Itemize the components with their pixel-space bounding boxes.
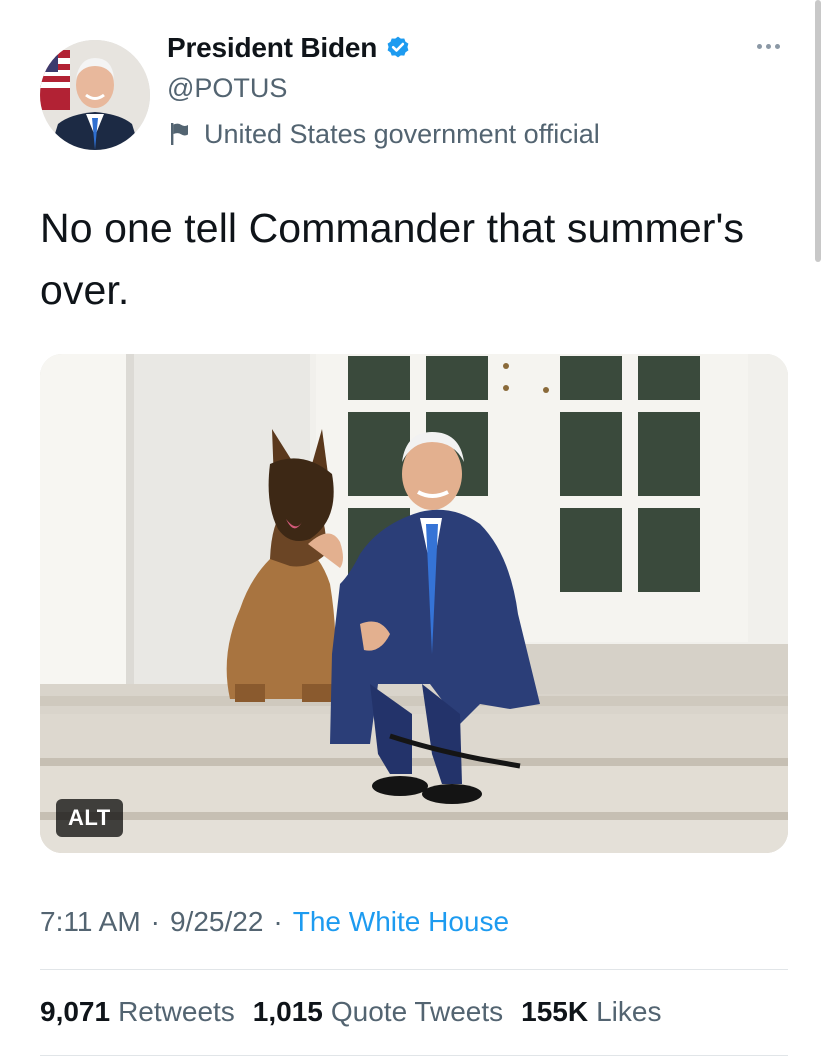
more-dots-icon (756, 43, 780, 49)
tweet-photo[interactable]: ALT (40, 354, 788, 853)
likes-label: Likes (596, 996, 662, 1027)
retweets-label: Retweets (118, 996, 235, 1027)
more-options-button[interactable] (748, 34, 788, 58)
tweet-date[interactable]: 9/25/22 (170, 906, 263, 937)
tweet-text: No one tell Commander that summer's over… (40, 205, 745, 313)
retweets-count: 9,071 (40, 996, 111, 1027)
quote-tweets-stat[interactable]: 1,015 Quote Tweets (253, 993, 503, 1031)
divider (40, 969, 788, 970)
verified-badge-icon (387, 36, 409, 58)
tweet-stats: 9,071 Retweets 1,015 Quote Tweets 155K L… (40, 993, 679, 1031)
scrollbar[interactable] (815, 0, 821, 262)
author-display-name[interactable]: President Biden (167, 31, 377, 65)
tweet-meta: 7:11 AM · 9/25/22 · The White House (40, 903, 509, 941)
author-avatar[interactable] (40, 40, 150, 150)
flag-icon (171, 123, 188, 145)
meta-separator: · (273, 906, 283, 937)
likes-count: 155K (521, 996, 589, 1027)
tweet-source-link[interactable]: The White House (293, 906, 509, 937)
affiliation-label[interactable]: United States government official (168, 117, 600, 151)
author-name-row[interactable]: President Biden (167, 31, 411, 65)
likes-stat[interactable]: 155K Likes (521, 993, 661, 1031)
author-handle[interactable]: @POTUS (167, 72, 287, 104)
alt-text-badge[interactable]: ALT (56, 799, 123, 837)
tweet-time[interactable]: 7:11 AM (40, 906, 141, 937)
quote-tweets-count: 1,015 (252, 996, 323, 1027)
avatar-photo (40, 40, 150, 150)
photo-illustration (40, 354, 788, 853)
affiliation-text: United States government official (204, 119, 600, 149)
quote-tweets-label: Quote Tweets (330, 996, 504, 1027)
meta-separator: · (150, 906, 160, 937)
retweets-stat[interactable]: 9,071 Retweets (40, 993, 235, 1031)
